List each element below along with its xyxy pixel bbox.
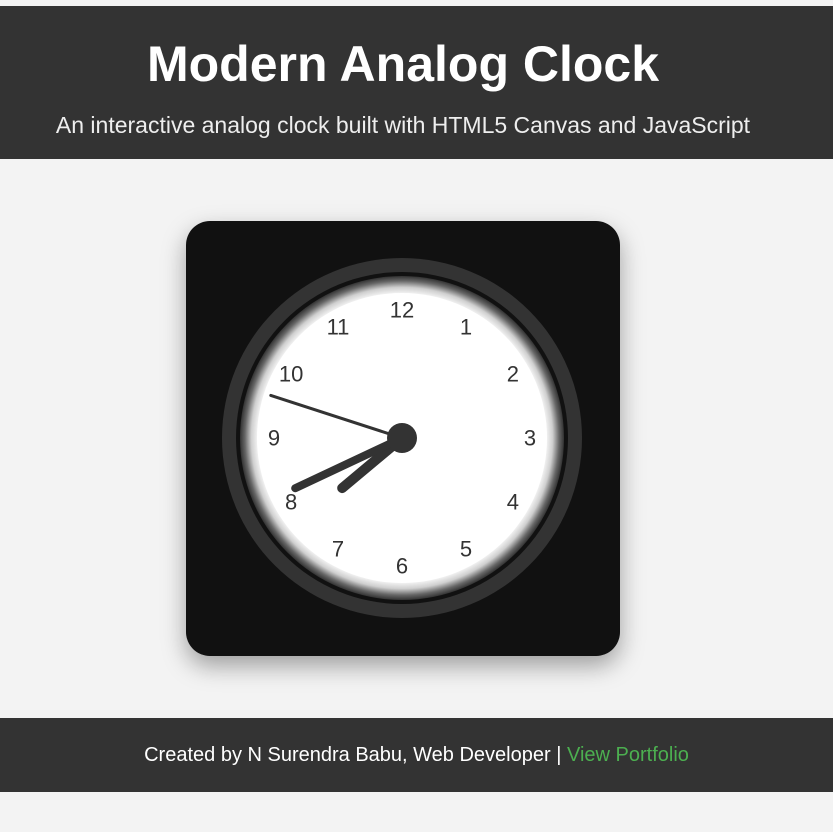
clock-number-10: 10 [279, 362, 303, 387]
clock-number-12: 12 [390, 298, 414, 323]
clock-number-7: 7 [332, 536, 344, 561]
page-footer: Created by N Surendra Babu, Web Develope… [0, 718, 833, 792]
clock-number-5: 5 [460, 536, 472, 561]
clock-number-6: 6 [396, 554, 408, 579]
clock-number-2: 2 [507, 362, 519, 387]
page-header: Modern Analog Clock An interactive analo… [0, 6, 833, 159]
footer-credit: Created by N Surendra Babu, Web Develope… [144, 744, 551, 766]
clock-number-11: 11 [327, 315, 350, 340]
clock-center-cap [387, 423, 417, 453]
page-subtitle: An interactive analog clock built with H… [55, 112, 751, 138]
clock-number-8: 8 [285, 490, 297, 515]
clock-number-9: 9 [268, 426, 280, 451]
analog-clock: 121234567891011 [222, 258, 582, 618]
footer-separator: | [556, 744, 562, 766]
clock-number-1: 1 [460, 315, 472, 340]
clock-number-3: 3 [524, 426, 536, 451]
clock-card: 12 1 2 3 4 5 6 7 8 9 10 11 [186, 221, 620, 656]
page-title: Modern Analog Clock [146, 36, 660, 92]
clock-number-4: 4 [507, 490, 519, 515]
portfolio-link[interactable]: View Portfolio [567, 744, 689, 766]
